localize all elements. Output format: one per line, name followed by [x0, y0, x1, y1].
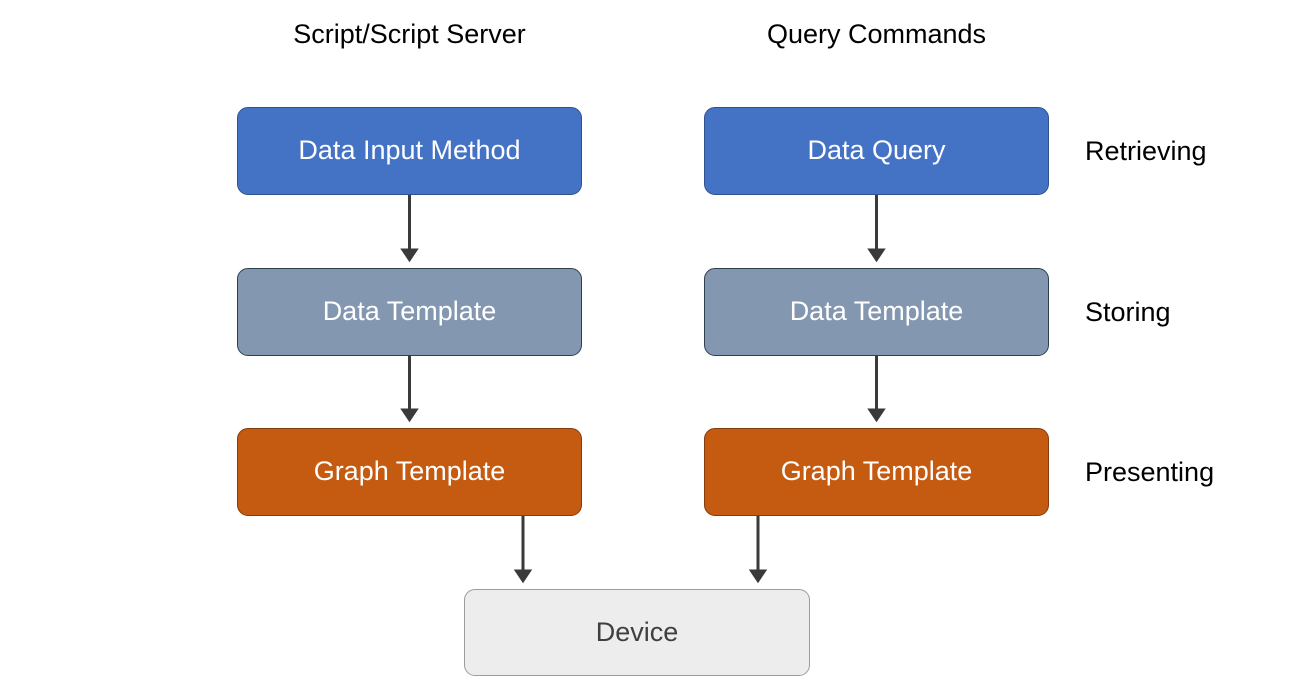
- node-data-template-right[interactable]: Data Template: [704, 268, 1049, 356]
- stage-label-storing: Storing: [1085, 297, 1171, 327]
- column-heading-query-commands: Query Commands: [766, 19, 987, 49]
- node-graph-template-right[interactable]: Graph Template: [704, 428, 1049, 516]
- node-data-template-left[interactable]: Data Template: [237, 268, 582, 356]
- column-heading-script-script-server: Script/Script Server: [293, 19, 526, 49]
- node-device[interactable]: Device: [464, 589, 810, 676]
- stage-label-presenting: Presenting: [1085, 457, 1215, 487]
- stage-label-retrieving: Retrieving: [1085, 136, 1207, 166]
- node-data-input-method[interactable]: Data Input Method: [237, 107, 582, 195]
- diagram-canvas: Script/Script Server Query Commands Data…: [0, 0, 1302, 700]
- node-graph-template-left[interactable]: Graph Template: [237, 428, 582, 516]
- node-data-query[interactable]: Data Query: [704, 107, 1049, 195]
